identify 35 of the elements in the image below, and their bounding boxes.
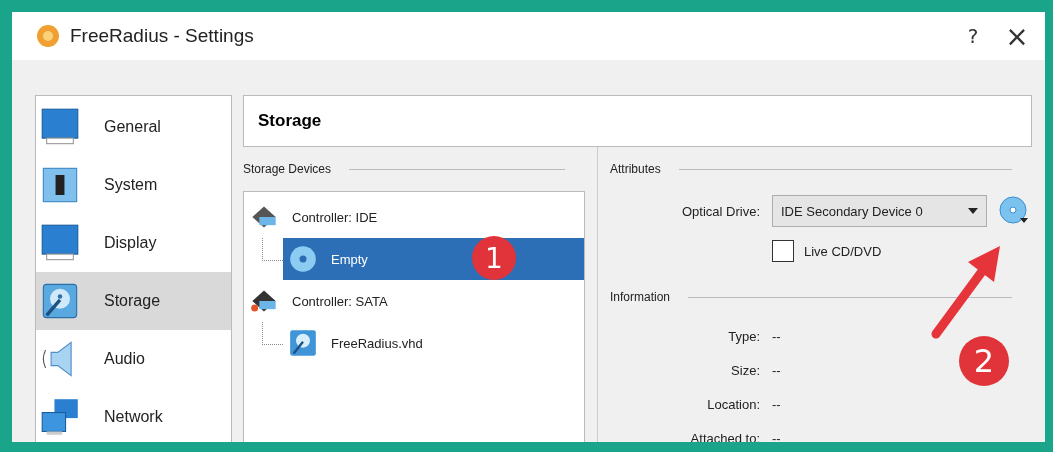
info-label: Size:: [730, 362, 760, 378]
monitor-icon: [40, 223, 80, 263]
network-icon: [40, 397, 80, 437]
info-value: --: [772, 396, 781, 412]
sidebar-item[interactable]: General: [36, 98, 231, 156]
sidebar-item[interactable]: Audio: [36, 330, 231, 388]
group-title: Information: [610, 290, 671, 304]
chip-icon: [40, 165, 80, 205]
sidebar-item[interactable]: Storage: [36, 272, 231, 330]
info-value: --: [772, 430, 781, 442]
monitor-icon: [40, 107, 80, 147]
info-label: Type:: [727, 328, 760, 344]
help-button[interactable]: ?: [951, 16, 995, 56]
close-button[interactable]: ×: [995, 16, 1039, 56]
sidebar-item[interactable]: System: [36, 156, 231, 214]
disc-icon[interactable]: [999, 196, 1029, 226]
caret-icon: [968, 208, 978, 214]
optical-drive-dropdown[interactable]: IDE Secondary Device 0: [772, 195, 987, 227]
checkbox-label: Live CD/DVD: [804, 243, 882, 259]
info-label: Location:: [706, 396, 760, 412]
disc-icon: [289, 245, 317, 273]
tree-item[interactable]: Controller: IDE: [244, 196, 584, 238]
info-value: --: [772, 328, 781, 344]
sidebar-item[interactable]: Display: [36, 214, 231, 272]
group-title: Storage Devices: [243, 162, 332, 176]
info-value: --: [772, 362, 781, 378]
page-header: Storage: [243, 95, 1032, 147]
field-label: Optical Drive:: [680, 203, 760, 219]
checkbox[interactable]: [772, 240, 794, 262]
tree-item[interactable]: Controller: SATA: [244, 280, 584, 322]
tree-item[interactable]: FreeRadius.vhd: [283, 322, 584, 364]
window-title: FreeRadius - Settings: [70, 25, 255, 47]
group-title: Attributes: [610, 162, 661, 176]
sidebar-item[interactable]: Network: [36, 388, 231, 442]
info-label: Attached to:: [689, 430, 760, 442]
